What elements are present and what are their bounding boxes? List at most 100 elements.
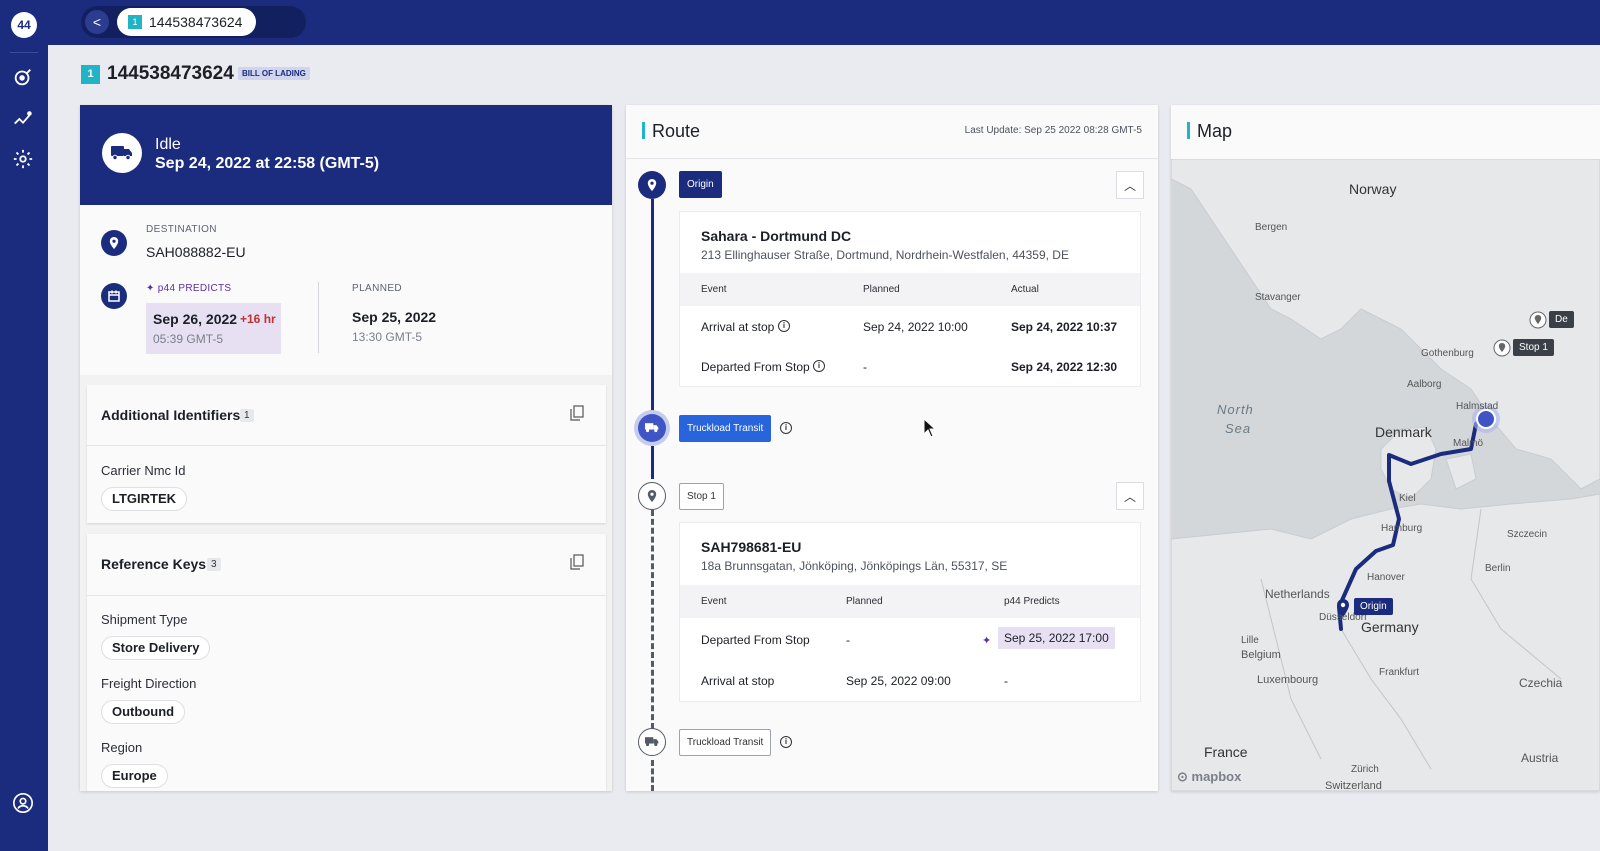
map-label-luxembourg: Luxembourg — [1257, 674, 1319, 686]
destination-label: DESTINATION — [146, 224, 217, 235]
route-line-pending — [651, 510, 654, 729]
additional-identifiers-count: 1 — [240, 409, 254, 422]
p44-predicts-text: p44 PREDICTS — [157, 283, 232, 294]
mapbox-attribution[interactable]: ⊙ mapbox — [1177, 769, 1241, 785]
map-land — [1171, 159, 1600, 791]
transit-tag: Truckload Transit — [679, 729, 772, 756]
event-actual: Sep 24, 2022 12:30 — [1011, 360, 1118, 374]
map-label-austria: Austria — [1521, 751, 1559, 765]
copy-icon[interactable] — [570, 554, 584, 570]
event-planned: Sep 24, 2022 10:00 — [863, 320, 968, 334]
analytics-icon[interactable] — [12, 108, 36, 132]
p44-logo[interactable]: 44 — [11, 12, 37, 38]
info-icon[interactable]: i — [778, 320, 790, 332]
map-label-gothenburg: Gothenburg — [1421, 348, 1474, 359]
event-actual: Sep 24, 2022 10:37 — [1011, 320, 1118, 334]
route-line-pending — [651, 760, 654, 791]
status-text: Idle — [155, 136, 181, 153]
origin-tag: Origin — [679, 171, 722, 198]
identifier-type-badge: BILL OF LADING — [238, 67, 310, 80]
reference-key: Freight Direction — [101, 676, 197, 691]
collapse-stop-chevron-up-icon[interactable]: ︿ — [1116, 482, 1144, 510]
additional-identifiers-card: Additional Identifiers 1 Carrier Nmc Id … — [87, 385, 606, 523]
col-predicts: p44 Predicts — [1004, 596, 1060, 607]
top-bar: < 1 144538473624 — [48, 0, 1600, 45]
map-label-lille: Lille — [1241, 635, 1259, 646]
transit-tag: Truckload Transit — [679, 415, 772, 442]
event-name: Departed From Stop — [701, 633, 810, 647]
truck-icon — [638, 414, 666, 442]
destination-value: SAH088882-EU — [146, 244, 246, 260]
event-predicted: - — [1004, 674, 1008, 688]
reference-value-chip: Store Delivery — [101, 636, 211, 660]
map-label-kiel: Kiel — [1399, 493, 1416, 504]
map-title: Map — [1197, 121, 1233, 141]
back-button[interactable]: < — [85, 10, 109, 34]
map-label-hanover: Hanover — [1367, 572, 1405, 583]
predicted-time: 05:39 GMT-5 — [153, 332, 224, 346]
info-icon[interactable]: i — [780, 422, 792, 434]
tab-label: 144538473624 — [149, 14, 243, 30]
map-stop1-label[interactable]: Stop 1 — [1513, 339, 1554, 356]
last-update: Last Update: Sep 25 2022 08:28 GMT-5 — [964, 125, 1142, 136]
tab-number-badge: 1 — [128, 15, 142, 29]
map-label-denmark: Denmark — [1375, 424, 1432, 440]
map-destination-label[interactable]: De — [1549, 311, 1574, 328]
copy-icon[interactable] — [570, 405, 584, 421]
event-planned: - — [863, 360, 867, 374]
collapse-origin-chevron-up-icon[interactable]: ︿ — [1116, 171, 1144, 199]
tracking-icon[interactable] — [12, 66, 36, 90]
stop1-card: SAH798681-EU 18a Brunnsgatan, Jönköping,… — [679, 522, 1141, 702]
identifier-value-chip: LTGIRTEK — [101, 487, 188, 511]
shipment-tab[interactable]: 1 144538473624 — [117, 8, 256, 36]
info-icon[interactable]: i — [780, 736, 792, 748]
rail-divider — [10, 52, 38, 53]
settings-icon[interactable] — [12, 148, 36, 172]
stop-address: 213 Ellinghauser Straße, Dortmund, Nordr… — [701, 248, 1069, 262]
map-label-sea-sea: Sea — [1225, 421, 1252, 436]
map-origin-label[interactable]: Origin — [1354, 598, 1393, 615]
predicted-delay: +16 hr — [240, 312, 276, 326]
planned-date: Sep 25, 2022 — [352, 309, 437, 325]
map-label-bergen: Bergen — [1255, 222, 1288, 233]
events-table-header: Event Planned Actual — [680, 273, 1140, 306]
map-label-malmo: Malmö — [1453, 438, 1484, 449]
map-label-szczecin: Szczecin — [1507, 529, 1548, 540]
map-label-berlin: Berlin — [1485, 563, 1511, 574]
sparkle-icon: ✦ — [982, 635, 992, 647]
page-title: 144538473624 — [107, 63, 234, 84]
shipment-tab-bar: < 1 144538473624 — [81, 6, 306, 38]
reference-value-chip: Outbound — [101, 700, 186, 724]
stop-tag: Stop 1 — [679, 483, 724, 510]
eta-divider — [318, 282, 319, 353]
planned-time: 13:30 GMT-5 — [352, 330, 423, 344]
map-label-stavanger: Stavanger — [1255, 292, 1301, 303]
col-actual: Actual — [1011, 284, 1039, 295]
predicted-date: Sep 26, 2022 — [153, 311, 238, 327]
p44-predicts-label: ✦ p44 PREDICTS — [146, 283, 232, 294]
route-title-accent — [642, 122, 645, 139]
user-avatar-icon[interactable] — [12, 792, 36, 816]
map-canvas[interactable]: Norway Denmark Netherlands Germany Belgi… — [1171, 159, 1600, 791]
origin-stop-card: Sahara - Dortmund DC 213 Ellinghauser St… — [679, 211, 1141, 387]
event-planned: - — [846, 633, 850, 647]
map-label-sea-north: North — [1217, 402, 1254, 417]
truck-icon — [638, 728, 666, 756]
map-label-aalborg: Aalborg — [1407, 379, 1442, 390]
planned-label: PLANNED — [352, 283, 403, 294]
stop-pin-icon — [638, 482, 666, 510]
event-name: Arrival at stop — [701, 674, 775, 688]
col-planned: Planned — [863, 284, 900, 295]
map-label-netherlands: Netherlands — [1265, 587, 1330, 601]
map-label-belgium: Belgium — [1241, 649, 1281, 661]
stop-address: 18a Brunnsgatan, Jönköping, Jönköpings L… — [701, 559, 1008, 573]
col-event: Event — [701, 596, 727, 607]
map-label-hamburg: Hamburg — [1381, 523, 1423, 534]
info-icon[interactable]: i — [813, 360, 825, 372]
stop-name: Sahara - Dortmund DC — [701, 228, 852, 244]
location-pin-icon — [101, 230, 127, 256]
map-label-halmstad: Halmstad — [1456, 401, 1499, 412]
additional-identifiers-title: Additional Identifiers — [101, 407, 241, 423]
reference-key: Shipment Type — [101, 612, 188, 627]
status-banner: Idle Sep 24, 2022 at 22:58 (GMT-5) — [80, 105, 612, 205]
